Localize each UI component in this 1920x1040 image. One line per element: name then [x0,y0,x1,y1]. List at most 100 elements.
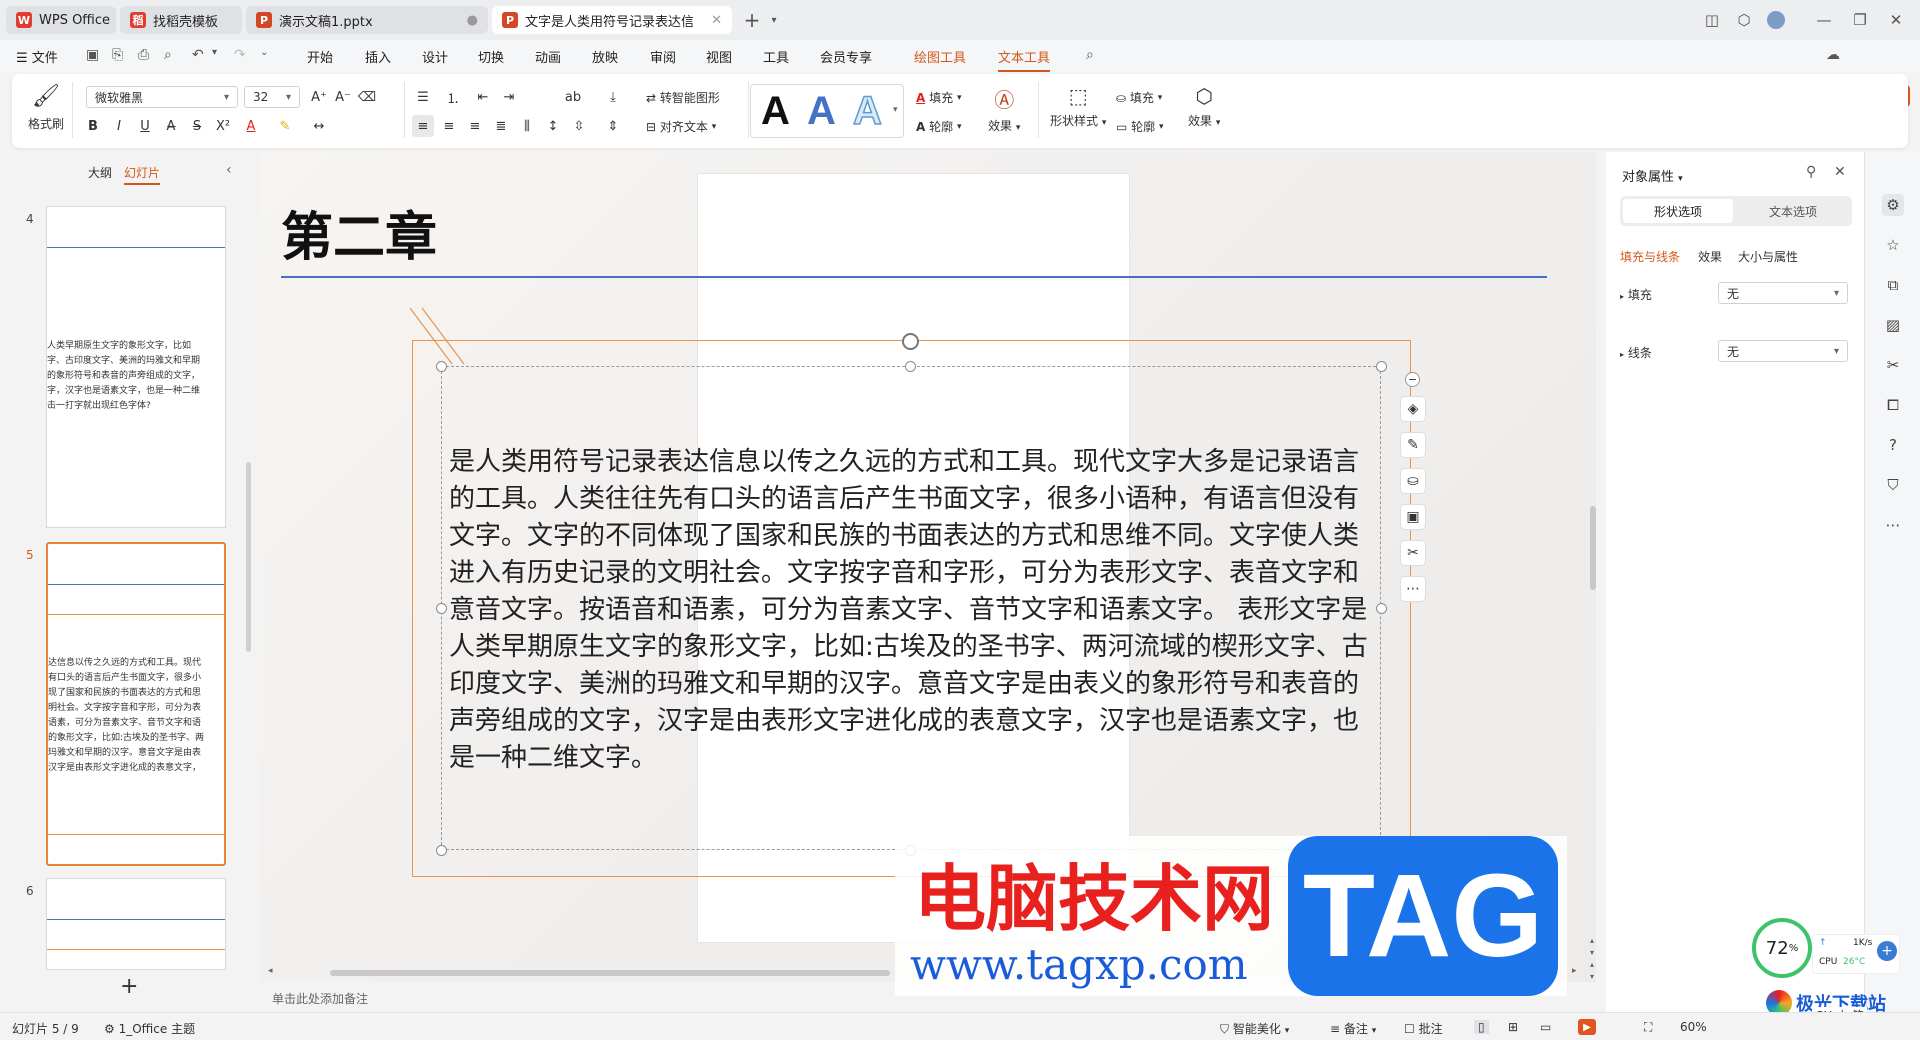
cube-icon[interactable]: ⬡ [1732,8,1756,32]
layers-icon[interactable]: ◈ [1400,396,1426,422]
search-icon[interactable]: ⌕ [1086,47,1094,63]
line-spacing-icon[interactable]: ↕ [542,115,564,137]
horizontal-scrollbar[interactable] [330,970,890,976]
menu-design[interactable]: 设计 [422,47,448,66]
undo-dropdown-icon[interactable]: ▾ [212,47,217,58]
preview-icon[interactable]: ⌕ [164,47,172,63]
theme-name[interactable]: ⚙ 1_Office 主题 [104,1020,195,1037]
menu-insert[interactable]: 插入 [365,47,391,66]
more-icon[interactable]: ⋯ [1400,576,1426,602]
window-layout-icon[interactable]: ◫ [1700,8,1724,32]
close-panel-icon[interactable]: ✕ [1834,164,1846,180]
text-direction-icon[interactable]: ab [562,86,584,108]
frame-icon[interactable]: ▣ [1400,504,1426,530]
print-icon[interactable]: ⎙ [138,47,149,63]
more-chevron-icon[interactable]: ⌄ [260,47,268,58]
avatar[interactable] [1764,8,1788,32]
line-section-header[interactable]: ▸ 线条 [1620,344,1652,361]
tshirt-icon[interactable]: ⛉ [1882,474,1904,496]
shape-style-button[interactable]: ⬚ 形状样式 ▾ [1050,84,1106,129]
scroll-right-icon[interactable]: ▸ [1572,966,1577,976]
image-icon[interactable]: ▨ [1882,314,1904,336]
tab-template[interactable]: 稻 找稻壳模板 [120,6,242,34]
menu-tools[interactable]: 工具 [763,47,789,66]
pen-icon[interactable]: ✎ [1400,432,1426,458]
subtab-size[interactable]: 大小与属性 [1738,248,1798,265]
menu-slideshow[interactable]: 放映 [592,47,618,66]
decrease-font-icon[interactable]: A⁻ [332,86,354,108]
clear-format-icon[interactable]: ⌫ [356,86,378,108]
shape-fill-button[interactable]: ⛀ 填充 ▾ [1116,89,1162,106]
subtab-fill-line[interactable]: 填充与线条 [1620,248,1680,265]
link-icon[interactable]: ⎘ [112,47,123,63]
slide-title[interactable]: 第二章 [281,195,437,270]
tab-dot-icon[interactable]: ● [459,13,478,28]
restore-icon[interactable]: ❐ [1848,8,1872,32]
smart-beautify-button[interactable]: ⛉ 智能美化 ▾ [1220,1020,1289,1037]
tab-slides[interactable]: 幻灯片 [124,164,161,185]
justify-icon[interactable]: ≣ [490,115,512,137]
menu-animation[interactable]: 动画 [535,47,561,66]
highlight-icon[interactable]: ✎ [274,115,296,137]
chevron-down-icon[interactable]: ▾ [762,8,786,32]
menu-drawing-tools[interactable]: 绘图工具 [914,47,966,66]
align-right-icon[interactable]: ≡ [464,115,486,137]
undo-icon[interactable]: ↶ [192,47,204,63]
align-center-icon[interactable]: ≡ [438,115,460,137]
paragraph-spacing-icon[interactable]: ⇳ [568,115,590,137]
collapse-toolbar-icon[interactable]: − [1405,372,1420,387]
redo-icon[interactable]: ↷ [234,47,246,63]
char-spacing-icon[interactable]: ↔ [308,115,330,137]
fill-section-header[interactable]: ▸ 填充 [1620,286,1652,303]
tab-outline[interactable]: 大纲 [88,164,112,181]
fill-bucket-icon[interactable]: ⛀ [1400,468,1426,494]
copy-icon[interactable]: ⧉ [1882,274,1904,296]
strikethrough-icon[interactable]: S [186,115,208,137]
fit-page-icon[interactable]: ⛶ [1644,1020,1652,1035]
vertical-scrollbar[interactable] [1590,506,1596,590]
font-color-icon[interactable]: A [240,115,262,137]
reading-view-icon[interactable]: ▭ [1540,1020,1551,1034]
decrease-indent-icon[interactable]: ⇤ [472,86,494,108]
notes-button[interactable]: ≡ 备注 ▾ [1330,1020,1376,1037]
magic-tools-icon[interactable]: ✂ [1882,354,1904,376]
play-slideshow-icon[interactable]: ▶ [1578,1019,1596,1035]
zoom-level[interactable]: 60% [1680,1020,1707,1034]
font-size-select[interactable]: 32 ▾ [244,86,300,108]
text-effect-button[interactable]: Ⓐ 效果 ▾ [988,84,1020,134]
properties-icon[interactable]: ⚙ [1882,194,1904,216]
text-rotate-icon[interactable]: ⤓ [602,86,624,108]
menu-member[interactable]: 会员专享 [820,47,872,66]
superscript-icon[interactable]: X² [212,115,234,137]
menu-transition[interactable]: 切换 [478,47,504,66]
menu-review[interactable]: 审阅 [650,47,676,66]
more-options-icon[interactable]: ⋯ [1882,514,1904,536]
cloud-icon[interactable]: ☁ [1826,47,1840,63]
slide-thumbnail-5[interactable]: 达信息以传之久远的方式和工具。现代 有口头的语言后产生书面文字，很多小 现了国家… [46,542,226,866]
wordart-style-outline[interactable]: A [852,88,882,134]
italic-icon[interactable]: I [108,115,130,137]
menu-text-tools[interactable]: 文本工具 [998,47,1051,72]
resize-handle[interactable] [436,603,447,614]
text-outline-button[interactable]: A 轮廓 ▾ [916,118,962,135]
star-icon[interactable]: ☆ [1882,234,1904,256]
minimize-icon[interactable]: — [1812,8,1836,32]
wordart-style-black[interactable]: A [761,89,790,134]
grid-view-icon[interactable]: ⊞ [1508,1020,1518,1034]
tab-shape-options[interactable]: 形状选项 [1623,199,1733,223]
slide-thumbnail-6[interactable] [46,878,226,970]
format-painter-button[interactable]: 🖌 格式刷 [28,84,64,132]
tab-active-document[interactable]: P 文字是人类用符号记录表达信息 ✕ [492,6,732,34]
cpu-gauge[interactable]: 72% [1752,918,1812,978]
comments-button[interactable]: ☐ 批注 [1404,1020,1443,1037]
align-text-button[interactable]: ⊟ 对齐文本 ▾ [646,118,716,135]
save-icon[interactable]: ▣ [86,47,99,63]
text-fill-button[interactable]: A 填充 ▾ [916,89,962,106]
numbered-list-icon[interactable]: ⒈ [442,86,464,108]
close-icon[interactable]: ✕ [703,13,722,28]
underline-icon[interactable]: U [134,115,156,137]
resize-handle[interactable] [436,361,447,372]
scroll-arrows-icon[interactable]: ▴ ▾ ▴ ▾ [1590,935,1594,983]
slide-thumbnail-4[interactable]: 人类早期原生文字的象形文字，比如 字、古印度文字、美洲的玛雅文和早期 的象形符号… [46,206,226,528]
increase-font-icon[interactable]: A⁺ [308,86,330,108]
